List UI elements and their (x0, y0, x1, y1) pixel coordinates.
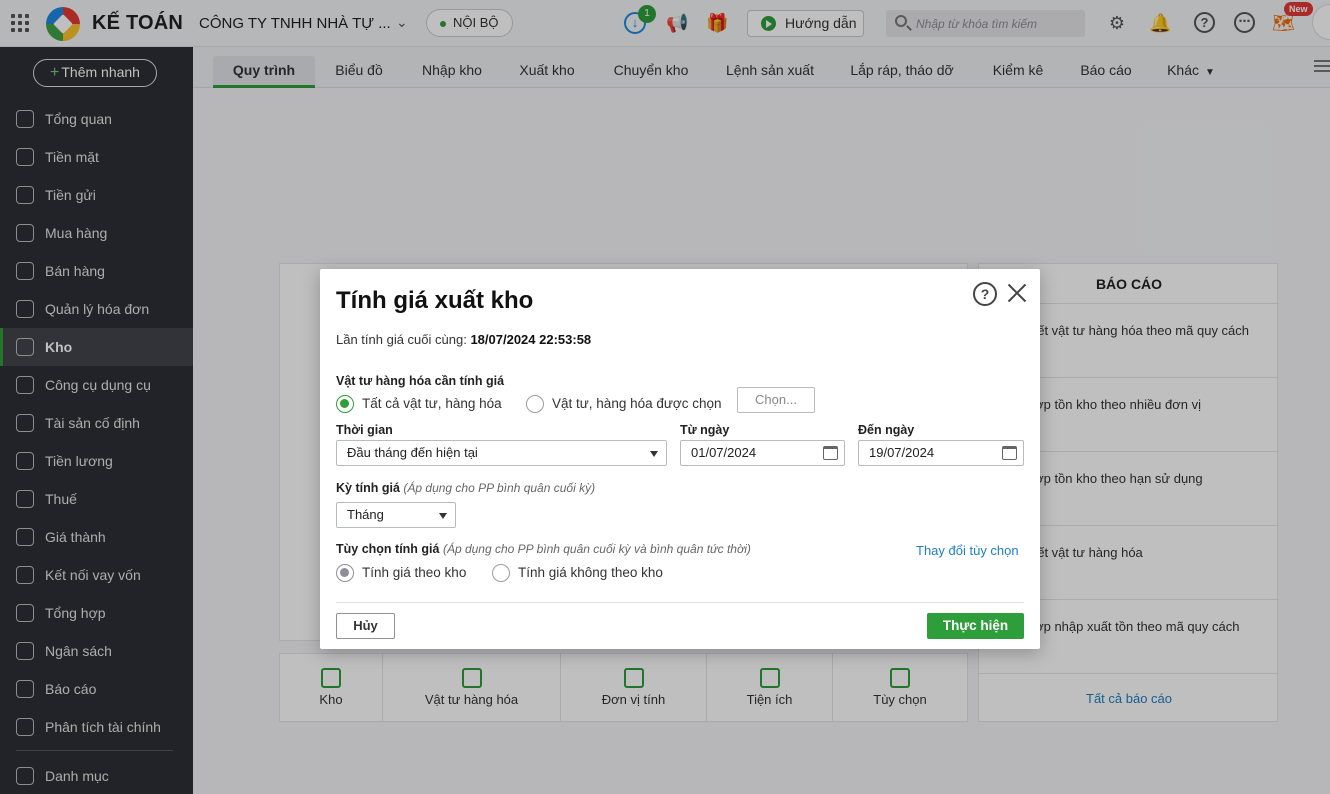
change-options-link[interactable]: Thay đổi tùy chọn (916, 543, 1019, 558)
inventory-costing-dialog: Tính giá xuất kho ? Lần tính giá cuối cù… (320, 269, 1040, 649)
to-date-input[interactable]: 19/07/2024 (858, 440, 1024, 466)
period-label-text: Kỳ tính giá (336, 481, 400, 495)
period-select-value: Tháng (347, 507, 384, 522)
radio-all-label: Tất cả vật tư, hàng hóa (362, 396, 502, 411)
period-select[interactable]: Tháng (336, 502, 456, 528)
to-date-value: 19/07/2024 (869, 445, 935, 460)
materials-label: Vật tư hàng hóa cần tính giá (336, 374, 505, 388)
radio-checked-icon (336, 395, 354, 413)
radio-unchecked-icon (492, 564, 510, 582)
last-calc-label: Lần tính giá cuối cùng: (336, 332, 467, 347)
from-date-label: Từ ngày (680, 423, 730, 437)
radio-unchecked-icon (526, 395, 544, 413)
time-select-value: Đầu tháng đến hiện tại (347, 445, 478, 460)
option-note: (Áp dụng cho PP bình quân cuối kỳ và bìn… (442, 542, 751, 556)
option-label: Tùy chọn tính giá (Áp dụng cho PP bình q… (336, 542, 751, 556)
dialog-divider (336, 602, 1024, 603)
calendar-icon[interactable] (1002, 446, 1017, 460)
radio-by-warehouse-label: Tính giá theo kho (362, 565, 467, 580)
help-icon[interactable]: ? (973, 282, 997, 306)
from-date-value: 01/07/2024 (691, 445, 757, 460)
radio-selected-materials[interactable]: Vật tư, hàng hóa được chọn (526, 394, 722, 414)
dropdown-arrow-icon (650, 451, 658, 457)
last-calc-value: 18/07/2024 22:53:58 (470, 332, 592, 347)
cancel-button[interactable]: Hủy (336, 613, 395, 639)
close-icon[interactable] (1005, 281, 1029, 305)
time-label: Thời gian (336, 423, 393, 437)
radio-selected-label: Vật tư, hàng hóa được chọn (552, 396, 722, 411)
period-label: Kỳ tính giá (Áp dụng cho PP bình quân cu… (336, 481, 595, 495)
from-date-input[interactable]: 01/07/2024 (680, 440, 845, 466)
dropdown-arrow-icon (439, 513, 447, 519)
radio-by-warehouse[interactable]: Tính giá theo kho (336, 563, 466, 583)
to-date-label: Đến ngày (858, 423, 915, 437)
dialog-title: Tính giá xuất kho (336, 287, 534, 314)
radio-not-by-warehouse-label: Tính giá không theo kho (518, 565, 663, 580)
option-label-text: Tùy chọn tính giá (336, 542, 440, 556)
radio-checked-icon (336, 564, 354, 582)
time-select[interactable]: Đầu tháng đến hiện tại (336, 440, 667, 466)
choose-button[interactable]: Chọn... (737, 387, 815, 413)
calendar-icon[interactable] (823, 446, 838, 460)
last-calc-info: Lần tính giá cuối cùng: 18/07/2024 22:53… (336, 332, 591, 347)
radio-all-materials[interactable]: Tất cả vật tư, hàng hóa (336, 394, 502, 414)
radio-not-by-warehouse[interactable]: Tính giá không theo kho (492, 563, 663, 583)
run-button[interactable]: Thực hiện (927, 613, 1024, 639)
period-note: (Áp dụng cho PP bình quân cuối kỳ) (403, 481, 596, 495)
